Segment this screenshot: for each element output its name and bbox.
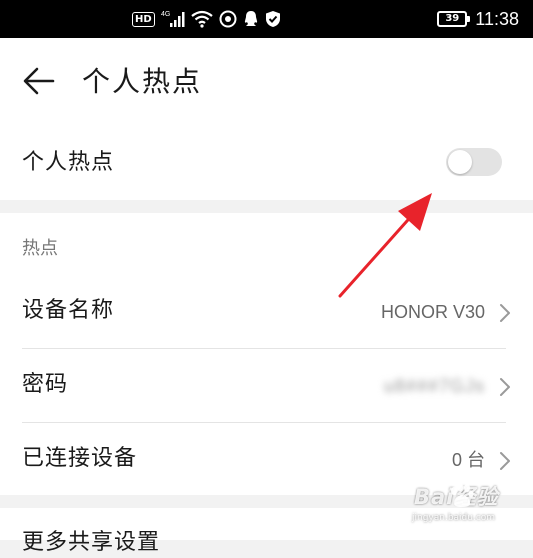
chevron-right-icon — [500, 378, 510, 396]
clock: 11:38 — [475, 8, 519, 29]
chevron-right-icon — [500, 304, 510, 322]
device-name-value: HONOR V30 — [380, 302, 485, 322]
battery-level: 39 — [445, 13, 460, 24]
device-name-row[interactable]: 设备名称 HONOR V30 — [0, 276, 533, 348]
qq-icon — [244, 11, 257, 26]
chevron-right-icon — [500, 452, 510, 470]
network-type-label: 4G — [161, 11, 170, 18]
device-name-label: 设备名称 — [22, 298, 115, 323]
status-icons-right: 39 11:38 — [437, 0, 519, 38]
more-sharing-settings-label: 更多共享设置 — [22, 530, 161, 555]
status-icons-left: HD 4G — [132, 0, 281, 38]
app-header: 个人热点 — [0, 38, 533, 128]
wifi-icon — [190, 10, 213, 28]
hotspot-settings-card: 热点 设备名称 HONOR V30 密码 u8###7GJs 已连接设备 0 台 — [0, 213, 533, 495]
switch-knob — [448, 150, 472, 174]
connected-devices-row[interactable]: 已连接设备 0 台 — [0, 424, 533, 496]
divider — [22, 422, 506, 423]
password-value-blurred: u8###7GJs — [383, 376, 485, 396]
shield-icon — [265, 11, 280, 27]
page-title: 个人热点 — [82, 65, 203, 98]
hotspot-switch[interactable] — [446, 148, 502, 176]
hotspot-status-icon — [219, 10, 237, 28]
hotspot-toggle-label: 个人热点 — [22, 150, 115, 175]
divider — [22, 348, 506, 349]
connected-devices-count: 0 台 — [451, 450, 485, 470]
more-sharing-settings-row[interactable]: 更多共享设置 — [0, 508, 533, 555]
signal-icon: 4G — [161, 11, 185, 27]
section-title: 热点 — [22, 238, 58, 259]
hotspot-toggle-row: 个人热点 — [0, 128, 533, 200]
password-label: 密码 — [22, 372, 69, 397]
password-row[interactable]: 密码 u8###7GJs — [0, 350, 533, 422]
status-bar: HD 4G 39 11:38 — [0, 0, 533, 38]
battery-icon: 39 — [437, 11, 471, 27]
hd-icon: HD — [132, 11, 155, 27]
connected-devices-label: 已连接设备 — [22, 446, 138, 471]
back-arrow-icon[interactable] — [22, 66, 56, 96]
